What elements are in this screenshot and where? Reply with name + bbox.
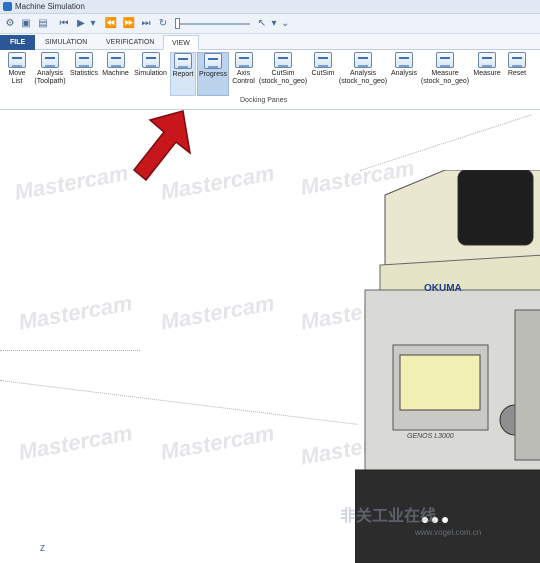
reset-button[interactable]: Reset [504,52,530,96]
axis-line [360,114,532,171]
tab-file[interactable]: FILE [0,35,36,50]
report-button[interactable]: Report [170,52,196,96]
ribbon-view: Move List Analysis (Toolpath) Statistics… [0,50,540,110]
cutsim-icon [314,52,332,68]
customize-toolbar-icon[interactable]: ⌄ [281,17,289,31]
docking-panes-group-label: Docking Panes [240,97,288,104]
tab-simulation[interactable]: SIMULATION [37,35,95,50]
axis-line [0,380,358,425]
step-back-icon[interactable]: ⏪ [104,17,118,31]
cutsim-icon [274,52,292,68]
site-watermark: 非关工业在线 [340,508,437,525]
simulation-icon [141,52,160,68]
move-list-icon [8,52,26,68]
watermark: Mastercam [12,160,131,205]
skip-forward-icon[interactable]: ⏭ [139,17,153,31]
tab-verification[interactable]: VERIFICATION [98,35,162,50]
reset-icon [508,52,526,68]
machine-button[interactable]: Machine [100,52,131,96]
simulation-viewport[interactable]: Mastercam Mastercam Mastercam Mastercam … [0,110,540,563]
progress-button[interactable]: Progress [197,52,229,96]
pointer-icon[interactable]: ↖ [255,17,269,31]
statistics-button[interactable]: Statistics [69,52,99,96]
settings-icon[interactable]: ⚙ [3,17,17,31]
analysis-icon [354,52,372,68]
measure-icon [478,52,496,68]
site-url-watermark: www.vogel.com.cn [415,528,482,537]
pointer-dropdown-icon[interactable]: ▾ [270,17,278,31]
z-axis-label: Z [40,544,45,553]
play-dropdown-icon[interactable]: ▾ [89,17,97,31]
red-arrow-icon [132,110,192,182]
cutsim-stock-button[interactable]: CutSim (stock_no_geo) [258,52,308,96]
machine-brand-label: OKUMA [424,283,462,294]
progress-icon [204,53,222,69]
move-list-button[interactable]: Move List [3,52,31,96]
watermark: Mastercam [16,290,135,335]
tab-view[interactable]: VIEW [163,35,199,50]
analysis-button[interactable]: Analysis [389,52,419,96]
ribbon-tabs: FILE SIMULATION VERIFICATION VIEW [0,34,540,50]
analysis-stock-button[interactable]: Analysis (stock_no_geo) [338,52,388,96]
loop-icon[interactable]: ↻ [156,17,170,31]
playback-toolbar: ⚙ ▣ ▤ ⏮ ▶ ▾ ⏪ ⏩ ⏭ ↻ ↖ ▾ ⌄ [0,14,540,34]
statistics-icon [75,52,93,68]
axis-control-button[interactable]: Axis Control [230,52,257,96]
measure-icon [436,52,454,68]
machine-model-label: GENOS L3000 [407,433,454,440]
title-bar: Machine Simulation [0,0,540,14]
analysis-toolpath-button[interactable]: Analysis (Toolpath) [32,52,68,96]
axis-control-icon [234,52,253,68]
measure-stock-button[interactable]: Measure (stock_no_geo) [420,52,470,96]
analysis-icon [41,52,59,68]
simulation-button[interactable]: Simulation [132,52,169,96]
watermark: Mastercam [158,290,277,335]
step-forward-icon[interactable]: ⏩ [122,17,136,31]
playback-slider[interactable] [175,23,250,25]
play-icon[interactable]: ▶ [74,17,88,31]
machine-icon [106,52,125,68]
report-icon [174,53,192,69]
measure-button[interactable]: Measure [471,52,503,96]
analysis-icon [395,52,413,68]
app-icon [3,2,12,11]
skip-back-icon[interactable]: ⏮ [57,17,71,31]
playback-slider-thumb[interactable] [175,18,180,29]
axis-line [0,350,140,351]
folder-icon[interactable]: ▤ [36,17,50,31]
window-title: Machine Simulation [15,2,85,11]
cutsim-button[interactable]: CutSim [309,52,337,96]
watermark: Mastercam [158,420,277,465]
watermark: Mastercam [16,420,135,465]
open-icon[interactable]: ▣ [19,17,33,31]
